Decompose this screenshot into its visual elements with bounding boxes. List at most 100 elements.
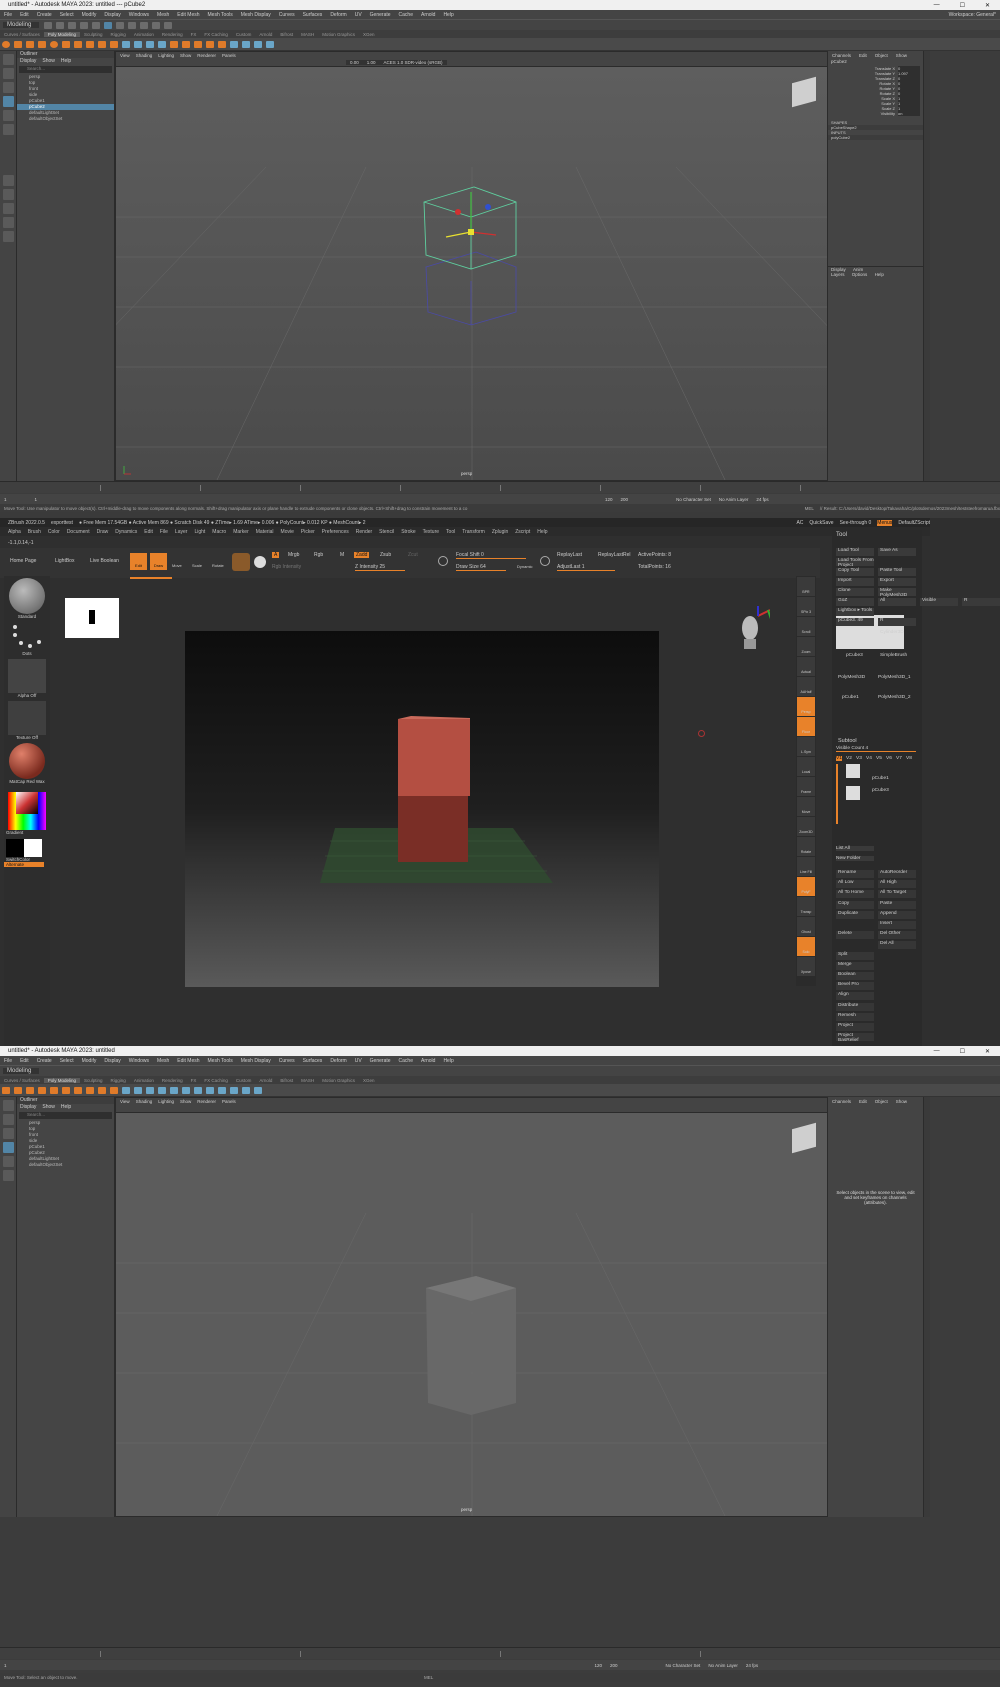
- svg-icon[interactable]: [110, 40, 118, 48]
- zbrush-canvas[interactable]: [185, 631, 659, 987]
- snap-curve-icon[interactable]: [128, 21, 136, 29]
- shelf-button-rotate[interactable]: Rotate: [797, 837, 815, 856]
- subtool-item-pcube1[interactable]: pCube1: [872, 776, 889, 781]
- maya2-mel-label[interactable]: MEL: [424, 1675, 433, 1680]
- poly-cube-icon[interactable]: [14, 40, 22, 48]
- maya2-start-frame[interactable]: 1: [0, 1663, 11, 1668]
- maya2-shelf-tab-0[interactable]: Curves / Surfaces: [0, 1078, 44, 1083]
- alpha-slot[interactable]: [8, 659, 46, 693]
- subtool-op-paste[interactable]: Paste: [878, 900, 916, 909]
- maya2-vp-menu-view[interactable]: View: [120, 1099, 130, 1104]
- draw-size-slider[interactable]: Draw Size 64: [456, 564, 506, 571]
- a-button[interactable]: A: [272, 552, 280, 558]
- subtool-op-copy[interactable]: Copy: [836, 900, 874, 909]
- rgb-button[interactable]: Rgb: [314, 552, 323, 558]
- texture-slot[interactable]: [8, 701, 46, 735]
- see-through-slider[interactable]: See-through 0: [840, 520, 872, 526]
- version-tab-v5[interactable]: V5: [876, 756, 882, 761]
- version-tab-v7[interactable]: V7: [896, 756, 902, 761]
- sphere-icon[interactable]: [254, 556, 266, 568]
- maya2-shelf-tool-icon[interactable]: [122, 1086, 130, 1094]
- poly-disc-icon[interactable]: [74, 40, 82, 48]
- menu-edit[interactable]: Edit: [16, 12, 33, 18]
- subtool-op-align[interactable]: Align: [836, 992, 874, 1001]
- shelf-tab-mash[interactable]: MASH: [297, 32, 318, 37]
- time-slider[interactable]: [0, 481, 1000, 493]
- maya2-vp-menu-renderer[interactable]: Renderer: [197, 1099, 216, 1104]
- maya2-outliner-menu-help[interactable]: Help: [61, 1104, 71, 1111]
- maya2-vp-menu-show[interactable]: Show: [180, 1099, 191, 1104]
- maya2-menu-select[interactable]: Select: [56, 1058, 78, 1064]
- outliner-layout-icon[interactable]: [3, 217, 14, 228]
- home-page-button[interactable]: Home Page: [10, 558, 36, 564]
- standard-brush-icon[interactable]: [9, 578, 45, 614]
- quicksave-button[interactable]: QuickSave: [809, 520, 833, 526]
- zoom-icon[interactable]: [3, 231, 14, 242]
- layout-side-icon[interactable]: [3, 203, 14, 214]
- vp-menu-view[interactable]: View: [120, 53, 130, 58]
- shelf-tab-rendering[interactable]: Rendering: [158, 32, 187, 37]
- tool-btn-4-0[interactable]: Clone: [836, 588, 874, 596]
- maya2-menu-mesh-tools[interactable]: Mesh Tools: [204, 1058, 237, 1064]
- document-thumbnail[interactable]: [65, 598, 119, 638]
- channel-tab-show[interactable]: Show: [892, 53, 911, 58]
- shelf-button-zoom3d[interactable]: Zoom3D: [797, 817, 815, 836]
- bevel-icon[interactable]: [206, 40, 214, 48]
- menu-edit-mesh[interactable]: Edit Mesh: [173, 12, 203, 18]
- shelf-button-persp[interactable]: Persp: [797, 697, 815, 716]
- subtool-op-merge[interactable]: Merge: [836, 961, 874, 970]
- menu-arnold[interactable]: Arnold: [417, 12, 439, 18]
- zadd-button[interactable]: Zadd: [354, 552, 370, 558]
- maya2-menu-arnold[interactable]: Arnold: [417, 1058, 439, 1064]
- vp-menu-panels[interactable]: Panels: [222, 53, 236, 58]
- maya2-shelf-tab-13[interactable]: XGen: [359, 1078, 379, 1083]
- maya2-menu-edit-mesh[interactable]: Edit Mesh: [173, 1058, 203, 1064]
- maya2-menu-display[interactable]: Display: [100, 1058, 124, 1064]
- maya2-cube-stack[interactable]: [426, 1276, 516, 1415]
- maya2-close-icon[interactable]: ✕: [981, 1048, 994, 1055]
- subtool-op-bevel-pro[interactable]: Bevel Pro: [836, 982, 874, 991]
- move-button[interactable]: Move: [172, 563, 182, 568]
- combine-icon[interactable]: [122, 40, 130, 48]
- zbrush-menu-stencil[interactable]: Stencil: [379, 529, 394, 535]
- vp-menu-shading[interactable]: Shading: [136, 53, 153, 58]
- separate-icon[interactable]: [134, 40, 142, 48]
- fill-hole-icon[interactable]: [218, 40, 226, 48]
- maya2-viewport[interactable]: View Shading Lighting Show Renderer Pane…: [115, 1097, 828, 1517]
- maya2-vp-menu-shading[interactable]: Shading: [136, 1099, 153, 1104]
- maya2-shelf-tool-icon[interactable]: [182, 1086, 190, 1094]
- maya2-menu-edit[interactable]: Edit: [16, 1058, 33, 1064]
- shelf-tab-arnold[interactable]: Arnold: [255, 32, 276, 37]
- layer-menu-options[interactable]: Options: [849, 272, 871, 277]
- maya2-lasso-tool-icon[interactable]: [3, 1114, 14, 1125]
- shelf-tab-custom[interactable]: Custom: [232, 32, 256, 37]
- shelf-tab-poly[interactable]: Poly Modeling: [43, 31, 81, 37]
- subtool-op-all-to-home[interactable]: All To Home: [836, 890, 874, 899]
- maya2-menu-curves[interactable]: Curves: [275, 1058, 299, 1064]
- maya2-shelf-tool-icon[interactable]: [38, 1086, 46, 1094]
- zbrush-menu-material[interactable]: Material: [256, 529, 274, 535]
- maya2-shelf-tab-8[interactable]: Custom: [232, 1078, 256, 1083]
- vp-menu-lighting[interactable]: Lighting: [158, 53, 174, 58]
- menu-display[interactable]: Display: [100, 12, 124, 18]
- adjust-last-slider[interactable]: AdjustLast 1: [557, 564, 615, 571]
- menus-button[interactable]: Menus: [877, 519, 893, 526]
- shelf-button-solo[interactable]: Solo: [797, 937, 815, 956]
- minimize-icon[interactable]: —: [930, 2, 944, 9]
- near-clip-field[interactable]: 0.00: [346, 60, 363, 65]
- tool-btn-3-1[interactable]: Export: [878, 578, 916, 586]
- subtool-op-remesh[interactable]: Remesh: [836, 1012, 874, 1021]
- maya2-range-end[interactable]: 120: [591, 1663, 607, 1668]
- maya2-move-tool-icon[interactable]: [3, 1142, 14, 1153]
- maya2-shelf-tool-icon[interactable]: [206, 1086, 214, 1094]
- channel-tab-channels[interactable]: Channels: [828, 53, 855, 58]
- dynamic-icon[interactable]: [438, 556, 448, 566]
- lightbox-button[interactable]: LightBox: [55, 558, 74, 564]
- scale-tool-icon[interactable]: [3, 124, 14, 135]
- close-icon[interactable]: ✕: [981, 2, 994, 9]
- version-tab-v1[interactable]: V1: [836, 756, 842, 761]
- range-start[interactable]: 1: [31, 497, 42, 502]
- input-node[interactable]: polyCube2: [828, 135, 923, 140]
- subtool-op-delete[interactable]: Delete: [836, 931, 874, 940]
- side-tabs[interactable]: [923, 51, 930, 481]
